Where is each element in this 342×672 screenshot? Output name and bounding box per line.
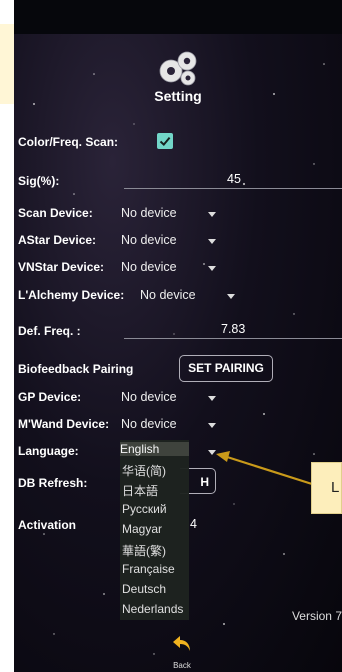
color-scan-checkbox[interactable] [157,133,173,149]
db-refresh-label: DB Refresh: [18,476,88,490]
version-text: Version 7 [291,609,342,623]
gp-device-label: GP Device: [18,390,82,404]
chevron-down-icon[interactable] [208,212,216,217]
def-freq-underline [124,338,342,339]
gp-device-select[interactable]: No device [121,390,177,404]
scan-device-label: Scan Device: [18,206,93,220]
language-dropdown: English 华语(简) 日本語 Русский Magyar 華語(繁) F… [120,440,189,620]
sig-value[interactable]: 45 [227,172,241,186]
back-label: Back [173,661,191,670]
def-freq-value[interactable]: 7.83 [221,322,245,336]
sig-label: Sig(%): [18,174,60,188]
astar-device-label: AStar Device: [18,233,97,247]
back-arrow-icon [173,636,190,651]
back-button[interactable]: Back [167,634,197,670]
language-option-english[interactable]: English [120,442,189,456]
chevron-down-icon[interactable] [208,239,216,244]
status-bar [14,0,342,34]
header: Setting [14,46,342,104]
annotation-callout: L [311,462,342,514]
check-icon [159,136,171,147]
left-highlight [0,24,14,104]
mwand-device-select[interactable]: No device [121,417,177,431]
gears-icon [159,51,197,86]
lalchemy-device-label: L'Alchemy Device: [18,288,125,302]
activation-value: 4 [190,517,197,531]
settings-screen: Setting Color/Freq. Scan: Sig(%): 45 Sca… [14,34,342,672]
scan-device-select[interactable]: No device [121,206,177,220]
sig-underline [124,188,342,189]
language-option-dutch[interactable]: Nederlands [122,602,183,616]
language-option-chinese-simplified[interactable]: 华语(简) [122,462,166,479]
language-option-french[interactable]: Française [122,562,175,576]
language-option-russian[interactable]: Русский [122,502,167,516]
activation-label: Activation [18,518,77,532]
chevron-down-icon[interactable] [208,423,216,428]
page-title: Setting [154,88,202,104]
def-freq-label: Def. Freq. : [18,324,81,338]
lalchemy-device-select[interactable]: No device [140,288,196,302]
vnstar-device-label: VNStar Device: [18,260,105,274]
set-pairing-button[interactable]: SET PAIRING [179,355,273,382]
color-scan-label: Color/Freq. Scan: [18,135,119,149]
biofeedback-label: Biofeedback Pairing [18,362,134,376]
language-option-japanese[interactable]: 日本語 [122,482,158,499]
mwand-device-label: M'Wand Device: [18,417,110,431]
language-option-german[interactable]: Deutsch [122,582,166,596]
language-option-chinese-traditional[interactable]: 華語(繁) [122,542,166,559]
vnstar-device-select[interactable]: No device [121,260,177,274]
language-label: Language: [18,444,79,458]
language-option-hungarian[interactable]: Magyar [122,522,162,536]
chevron-down-icon[interactable] [208,396,216,401]
chevron-down-icon[interactable] [227,294,235,299]
astar-device-select[interactable]: No device [121,233,177,247]
chevron-down-icon[interactable] [208,266,216,271]
chevron-down-icon[interactable] [208,450,216,455]
